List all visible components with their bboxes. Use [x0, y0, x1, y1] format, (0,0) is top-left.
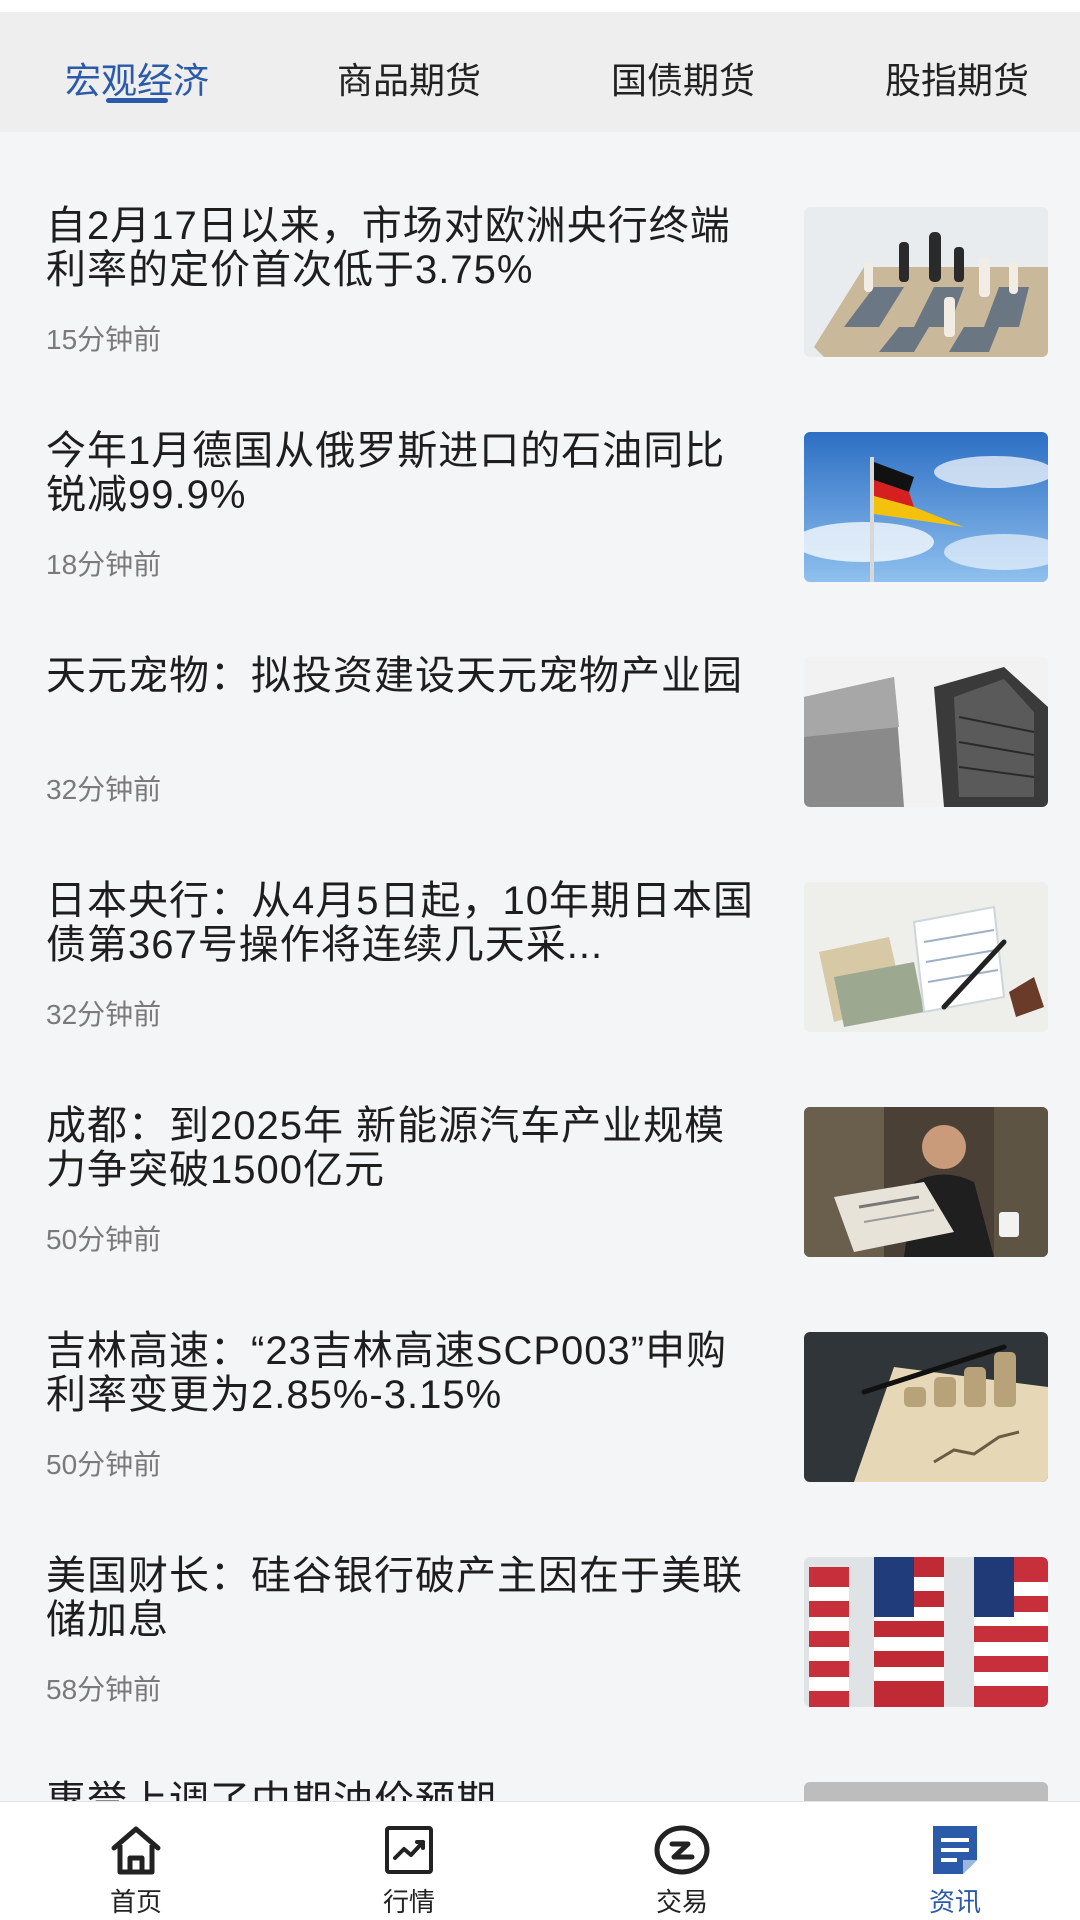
news-time: 32分钟前 [46, 774, 162, 805]
skyscrapers-image [804, 657, 1048, 807]
news-item[interactable]: 惠誉上调了中期油价预期 [0, 1743, 1080, 1801]
nav-home-label: 首页 [109, 1887, 162, 1917]
news-item[interactable]: 天元宠物：拟投资建设天元宠物产业园 32分钟前 [0, 618, 1080, 843]
tab-treasury-futures[interactable]: 国债期货 [568, 52, 798, 102]
news-title: 成都：到2025年 新能源汽车产业规模力争突破1500亿元 [46, 1104, 726, 1192]
news-time: 15分钟前 [46, 324, 162, 355]
news-item[interactable]: 美国财长：硅谷银行破产主因在于美联储加息 58分钟前 [0, 1518, 1080, 1743]
news-title: 美国财长：硅谷银行破产主因在于美联储加息 [46, 1554, 743, 1642]
nav-market[interactable]: 行情 [309, 1802, 509, 1920]
news-title: 今年1月德国从俄罗斯进口的石油同比锐减99.9% [46, 429, 726, 517]
tab-index-futures[interactable]: 股指期货 [842, 52, 1072, 102]
market-chart-icon [385, 1826, 433, 1874]
coins-notebook-image [804, 1332, 1048, 1482]
nav-trade[interactable]: 交易 [582, 1802, 782, 1920]
news-time: 58分钟前 [46, 1674, 162, 1705]
news-title: 惠誉上调了中期油价预期 [46, 1779, 497, 1801]
home-icon [111, 1826, 161, 1875]
news-title: 天元宠物：拟投资建设天元宠物产业园 [46, 654, 743, 698]
news-item[interactable]: 成都：到2025年 新能源汽车产业规模力争突破1500亿元 50分钟前 [0, 1068, 1080, 1293]
german-flag-image [804, 432, 1048, 582]
news-item[interactable]: 自2月17日以来，市场对欧洲央行终端利率的定价首次低于3.75% 15分钟前 [0, 168, 1080, 393]
news-title: 日本央行：从4月5日起，10年期日本国债第367号操作将连续几天采... [46, 879, 754, 967]
nav-news[interactable]: 资讯 [855, 1802, 1055, 1920]
news-item[interactable]: 日本央行：从4月5日起，10年期日本国债第367号操作将连续几天采... 32分… [0, 843, 1080, 1068]
news-time: 18分钟前 [46, 549, 162, 580]
tab-commodity-futures[interactable]: 商品期货 [294, 52, 524, 102]
news-list: 自2月17日以来，市场对欧洲央行终端利率的定价首次低于3.75% 15分钟前 今… [0, 168, 1080, 1801]
news-title: 吉林高速：“23吉林高速SCP003”申购利率变更为2.85%-3.15% [46, 1329, 728, 1417]
bottom-navigation: 首页 行情 交易 资讯 [0, 1801, 1080, 1920]
partial-image [804, 1782, 1048, 1801]
news-time: 50分钟前 [46, 1449, 162, 1480]
status-strip [0, 0, 1080, 12]
news-page: 宏观经济 商品期货 国债期货 股指期货 自2月17日以来，市场对欧洲央行终端利率… [0, 0, 1080, 1920]
news-item[interactable]: 今年1月德国从俄罗斯进口的石油同比锐减99.9% 18分钟前 [0, 393, 1080, 618]
banknotes-pen-image [804, 882, 1048, 1032]
news-icon [933, 1826, 977, 1874]
us-flags-image [804, 1557, 1048, 1707]
nav-trade-label: 交易 [655, 1887, 708, 1917]
category-tab-bar: 宏观经济 商品期货 国债期货 股指期货 [0, 12, 1080, 132]
tab-macro-economy[interactable]: 宏观经济 [22, 52, 252, 102]
nav-market-label: 行情 [382, 1887, 435, 1917]
news-time: 50分钟前 [46, 1224, 162, 1255]
news-time: 32分钟前 [46, 999, 162, 1030]
trade-icon [654, 1825, 710, 1875]
chess-image [804, 207, 1048, 357]
nav-news-label: 资讯 [928, 1887, 981, 1917]
newspaper-man-image [804, 1107, 1048, 1257]
news-title: 自2月17日以来，市场对欧洲央行终端利率的定价首次低于3.75% [46, 204, 731, 292]
nav-home[interactable]: 首页 [36, 1802, 236, 1920]
active-tab-underline [106, 98, 168, 103]
news-item[interactable]: 吉林高速：“23吉林高速SCP003”申购利率变更为2.85%-3.15% 50… [0, 1293, 1080, 1518]
